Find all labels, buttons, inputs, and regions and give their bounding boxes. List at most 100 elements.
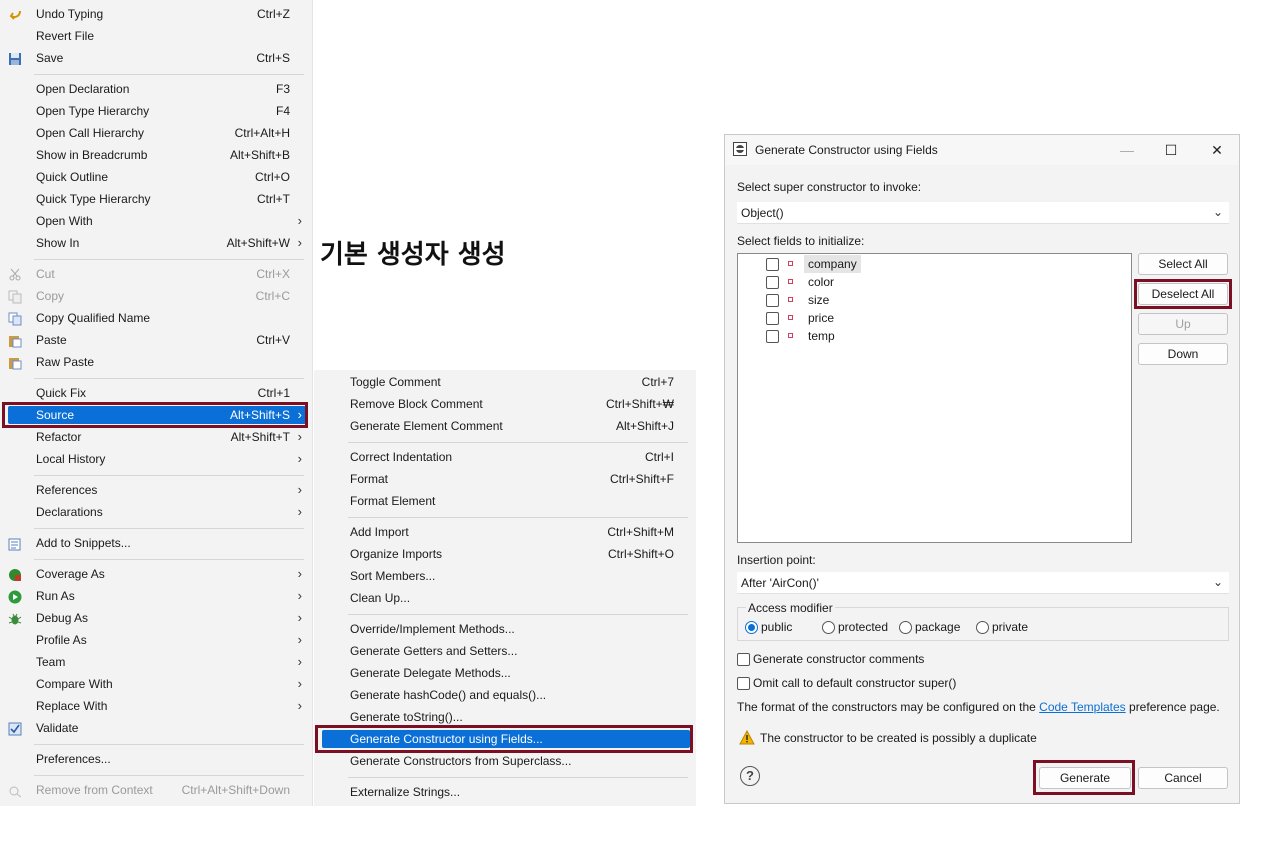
submenu-item-tostring[interactable]: Generate toString()... — [314, 706, 696, 728]
menu-item-preferences[interactable]: Preferences... — [0, 748, 312, 770]
menu-item-source[interactable]: Source Alt+Shift+S › — [0, 404, 312, 426]
submenu-item-remove-block-comment[interactable]: Remove Block Comment Ctrl+Shift+₩ — [314, 393, 696, 415]
coverage-icon — [8, 567, 22, 581]
menu-item-local-history[interactable]: Local History › — [0, 448, 312, 470]
submenu-item-sort-members[interactable]: Sort Members... — [314, 565, 696, 587]
submenu-item-organize-imports[interactable]: Organize Imports Ctrl+Shift+O — [314, 543, 696, 565]
submenu-item-constructors-from-superclass[interactable]: Generate Constructors from Superclass... — [314, 750, 696, 772]
private-field-icon — [788, 297, 793, 302]
menu-item-compare-with[interactable]: Compare With › — [0, 673, 312, 695]
remove-context-icon — [8, 783, 22, 798]
menu-separator — [34, 259, 304, 260]
deselect-all-button[interactable]: Deselect All — [1138, 283, 1228, 305]
submenu-item-delegate-methods[interactable]: Generate Delegate Methods... — [314, 662, 696, 684]
radio-protected[interactable] — [822, 621, 835, 634]
field-row-size[interactable]: size — [738, 291, 1131, 309]
maximize-button[interactable]: ☐ — [1161, 140, 1181, 160]
minimize-button[interactable]: — — [1117, 140, 1137, 160]
code-templates-link[interactable]: Code Templates — [1039, 700, 1126, 714]
menu-item-raw-paste[interactable]: Raw Paste — [0, 351, 312, 373]
help-icon[interactable]: ? — [740, 766, 760, 786]
menu-item-refactor[interactable]: Refactor Alt+Shift+T › — [0, 426, 312, 448]
field-row-temp[interactable]: temp — [738, 327, 1131, 345]
radio-public[interactable] — [745, 621, 758, 634]
field-row-price[interactable]: price — [738, 309, 1131, 327]
field-row-company[interactable]: company — [738, 255, 1131, 273]
menu-item-profile-as[interactable]: Profile As › — [0, 629, 312, 651]
omit-super-checkbox[interactable] — [737, 677, 750, 690]
super-constructor-label: Select super constructor to invoke: — [737, 180, 922, 194]
field-row-color[interactable]: color — [738, 273, 1131, 291]
field-checkbox[interactable] — [766, 276, 779, 289]
menu-item-add-to-snippets[interactable]: Add to Snippets... — [0, 532, 312, 554]
down-button[interactable]: Down — [1138, 343, 1228, 365]
cancel-button[interactable]: Cancel — [1138, 767, 1228, 789]
raw-paste-icon — [8, 355, 22, 370]
menu-item-run-as[interactable]: Run As › — [0, 585, 312, 607]
menu-item-declarations[interactable]: Declarations › — [0, 501, 312, 523]
submenu-item-generate-element-comment[interactable]: Generate Element Comment Alt+Shift+J — [314, 415, 696, 437]
radio-package[interactable] — [899, 621, 912, 634]
menu-separator — [34, 775, 304, 776]
access-modifier-group: Access modifier public protected package… — [737, 601, 1229, 641]
submenu-item-format[interactable]: Format Ctrl+Shift+F — [314, 468, 696, 490]
field-checkbox[interactable] — [766, 312, 779, 325]
menu-item-paste[interactable]: Paste Ctrl+V — [0, 329, 312, 351]
submenu-item-override-implement[interactable]: Override/Implement Methods... — [314, 618, 696, 640]
scissors-icon — [8, 267, 22, 281]
menu-separator — [348, 614, 688, 615]
submenu-item-toggle-comment[interactable]: Toggle Comment Ctrl+7 — [314, 371, 696, 393]
chevron-right-icon: › — [297, 235, 302, 250]
dialog-titlebar[interactable]: Generate Constructor using Fields — ☐ ✕ — [725, 135, 1239, 165]
field-checkbox[interactable] — [766, 294, 779, 307]
submenu-item-add-import[interactable]: Add Import Ctrl+Shift+M — [314, 521, 696, 543]
menu-item-coverage-as[interactable]: Coverage As › — [0, 563, 312, 585]
menu-item-save[interactable]: Save Ctrl+S — [0, 47, 312, 69]
menu-item-show-in-breadcrumb[interactable]: Show in Breadcrumb Alt+Shift+B — [0, 144, 312, 166]
menu-item-revert-file[interactable]: Revert File — [0, 25, 312, 47]
field-checkbox[interactable] — [766, 330, 779, 343]
dialog-title: Generate Constructor using Fields — [755, 143, 938, 157]
insertion-point-select[interactable]: After 'AirCon()' ⌄ — [737, 572, 1229, 594]
menu-item-open-declaration[interactable]: Open Declaration F3 — [0, 78, 312, 100]
generate-comments-checkbox[interactable] — [737, 653, 750, 666]
menu-item-quick-type-hierarchy[interactable]: Quick Type Hierarchy Ctrl+T — [0, 188, 312, 210]
radio-public-label: public — [761, 620, 793, 634]
submenu-item-hashcode-equals[interactable]: Generate hashCode() and equals()... — [314, 684, 696, 706]
menu-item-copy-qualified-name[interactable]: Copy Qualified Name — [0, 307, 312, 329]
submenu-item-getters-setters[interactable]: Generate Getters and Setters... — [314, 640, 696, 662]
menu-item-references[interactable]: References › — [0, 479, 312, 501]
menu-item-team[interactable]: Team › — [0, 651, 312, 673]
radio-private-label: private — [992, 620, 1029, 634]
radio-private[interactable] — [976, 621, 989, 634]
run-icon — [8, 589, 22, 604]
menu-item-show-in[interactable]: Show In Alt+Shift+W › — [0, 232, 312, 254]
copy-qualified-icon — [8, 311, 22, 326]
submenu-item-clean-up[interactable]: Clean Up... — [314, 587, 696, 609]
chevron-right-icon: › — [297, 451, 302, 466]
generate-comments-label: Generate constructor comments — [753, 652, 925, 666]
submenu-item-constructor-using-fields[interactable]: Generate Constructor using Fields... — [314, 728, 696, 750]
menu-item-quick-outline[interactable]: Quick Outline Ctrl+O — [0, 166, 312, 188]
super-constructor-select[interactable]: Object() ⌄ — [737, 202, 1229, 224]
chevron-down-icon: ⌄ — [1212, 205, 1223, 219]
menu-item-open-type-hierarchy[interactable]: Open Type Hierarchy F4 — [0, 100, 312, 122]
close-button[interactable]: ✕ — [1207, 140, 1227, 160]
menu-item-debug-as[interactable]: Debug As › — [0, 607, 312, 629]
menu-separator — [348, 442, 688, 443]
submenu-item-externalize-strings[interactable]: Externalize Strings... — [314, 781, 696, 803]
debug-bug-icon — [8, 611, 22, 625]
menu-item-open-with[interactable]: Open With › — [0, 210, 312, 232]
menu-item-replace-with[interactable]: Replace With › — [0, 695, 312, 717]
submenu-item-correct-indentation[interactable]: Correct Indentation Ctrl+I — [314, 446, 696, 468]
submenu-item-format-element[interactable]: Format Element — [314, 490, 696, 512]
menu-item-undo-typing[interactable]: Undo Typing Ctrl+Z — [0, 3, 312, 25]
radio-package-label: package — [915, 620, 961, 634]
field-checkbox[interactable] — [766, 258, 779, 271]
private-field-icon — [788, 333, 793, 338]
generate-button[interactable]: Generate — [1039, 767, 1131, 789]
menu-item-validate[interactable]: Validate — [0, 717, 312, 739]
select-all-button[interactable]: Select All — [1138, 253, 1228, 275]
menu-item-open-call-hierarchy[interactable]: Open Call Hierarchy Ctrl+Alt+H — [0, 122, 312, 144]
menu-item-quick-fix[interactable]: Quick Fix Ctrl+1 — [0, 382, 312, 404]
